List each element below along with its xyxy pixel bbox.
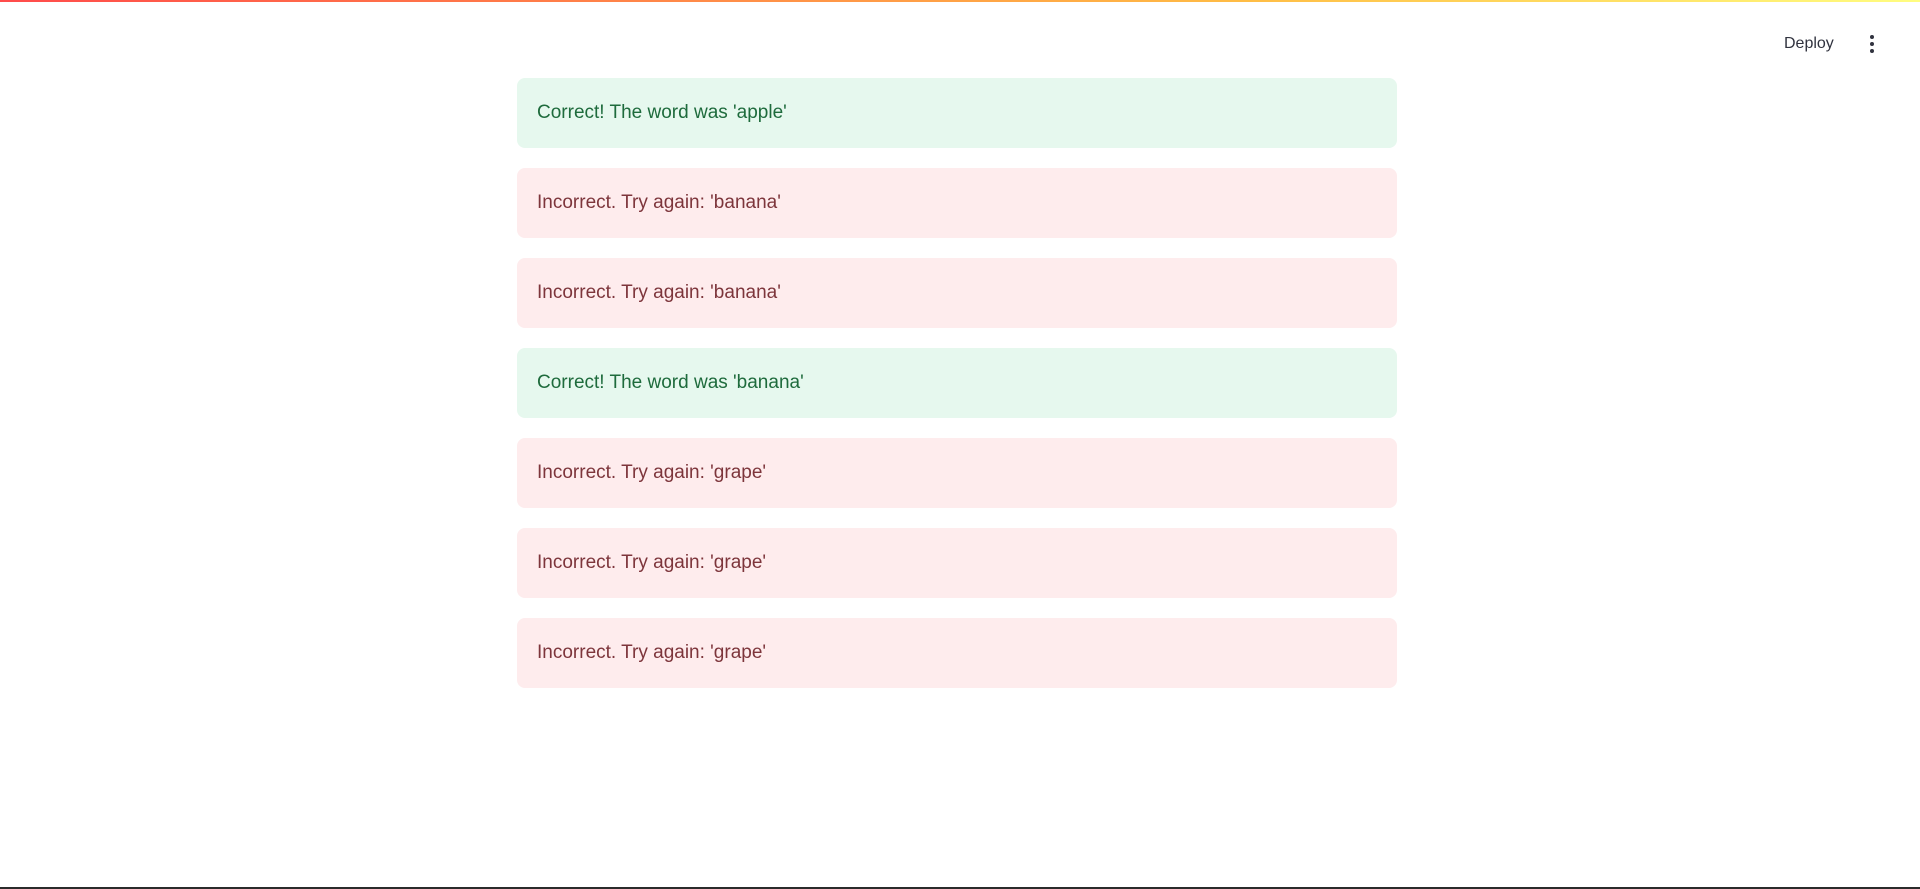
vertical-ellipsis-icon-dot: [1870, 49, 1874, 53]
main-content: Correct! The word was 'apple' Incorrect.…: [517, 78, 1397, 708]
alert-message: Incorrect. Try again: 'grape': [537, 642, 767, 663]
success-alert: Correct! The word was 'banana': [517, 348, 1397, 418]
error-alert: Incorrect. Try again: 'banana': [517, 168, 1397, 238]
alert-message: Incorrect. Try again: 'grape': [537, 552, 767, 573]
alert-message: Correct! The word was 'apple': [537, 102, 787, 123]
error-alert: Incorrect. Try again: 'grape': [517, 438, 1397, 508]
error-alert: Incorrect. Try again: 'grape': [517, 618, 1397, 688]
app-header: Deploy: [0, 0, 1920, 88]
alert-message: Correct! The word was 'banana': [537, 372, 804, 393]
deploy-button[interactable]: Deploy: [1772, 30, 1846, 58]
error-alert: Incorrect. Try again: 'banana': [517, 258, 1397, 328]
alert-message: Incorrect. Try again: 'banana': [537, 282, 781, 303]
alert-message: Incorrect. Try again: 'grape': [537, 462, 767, 483]
main-menu-button[interactable]: [1858, 28, 1886, 60]
vertical-ellipsis-icon-dot: [1870, 42, 1874, 46]
vertical-ellipsis-icon: [1870, 35, 1874, 39]
alert-message: Incorrect. Try again: 'banana': [537, 192, 781, 213]
success-alert: Correct! The word was 'apple': [517, 78, 1397, 148]
error-alert: Incorrect. Try again: 'grape': [517, 528, 1397, 598]
